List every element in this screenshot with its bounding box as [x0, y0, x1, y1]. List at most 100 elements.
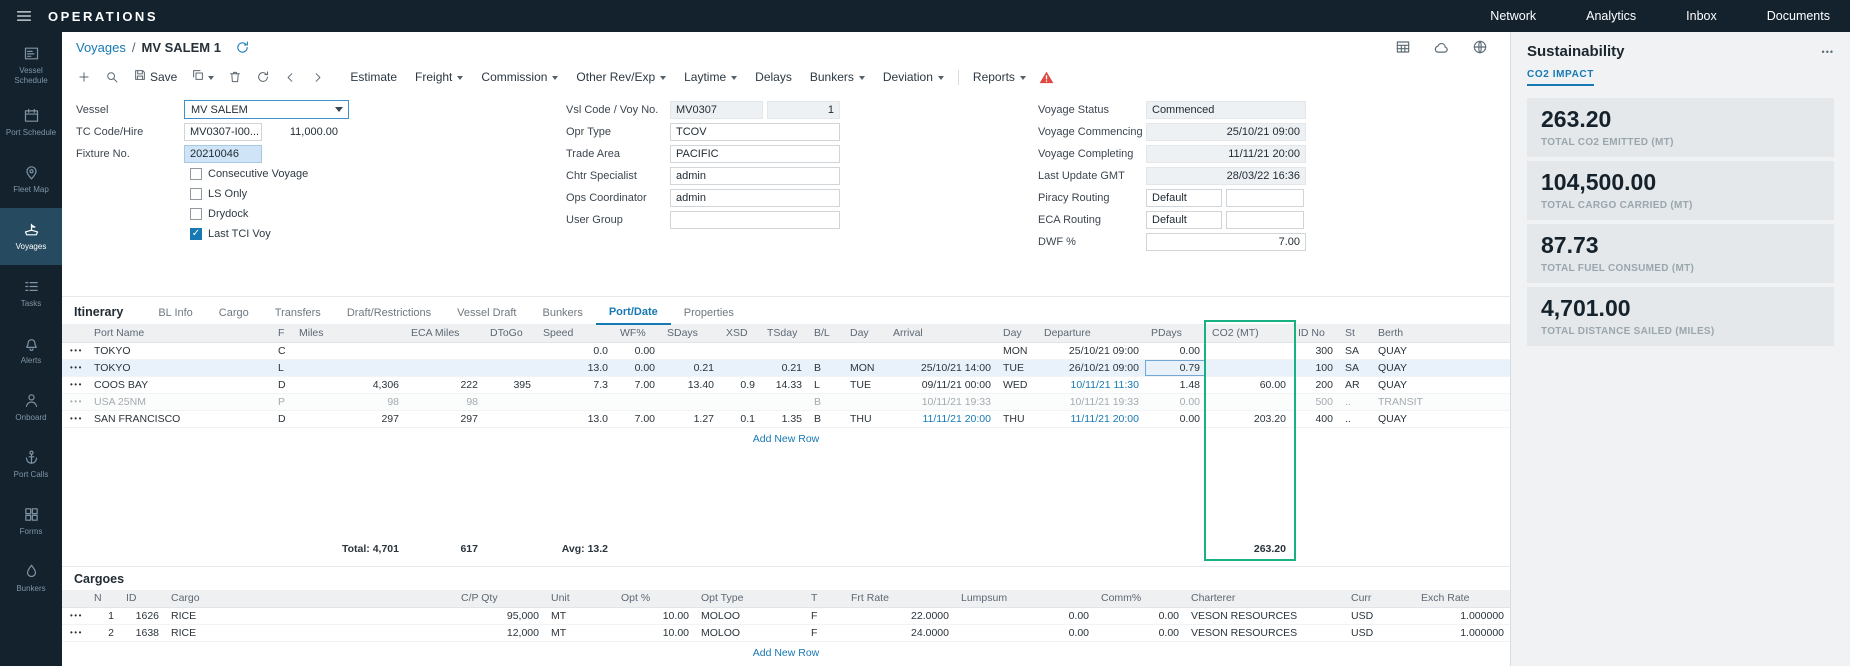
cell[interactable]: 11/11/21 20:00: [1038, 410, 1145, 427]
cell[interactable]: 1.48: [1145, 376, 1206, 393]
cell[interactable]: [293, 359, 405, 376]
row-menu[interactable]: •••: [62, 342, 88, 359]
cell[interactable]: 1.000000: [1415, 624, 1510, 641]
form-field-trade-area[interactable]: PACIFIC: [670, 145, 840, 163]
tab-cargo[interactable]: Cargo: [206, 307, 262, 324]
cell[interactable]: 1.27: [661, 410, 720, 427]
cell[interactable]: 11/11/21 20:00: [887, 410, 997, 427]
cell[interactable]: 25/10/21 14:00: [887, 359, 997, 376]
column-header-curr[interactable]: Curr: [1345, 590, 1415, 607]
sidebar-item-forms[interactable]: Forms: [0, 493, 62, 550]
column-header-tsday[interactable]: TSday: [761, 325, 808, 342]
cell[interactable]: 1.35: [761, 410, 808, 427]
cell[interactable]: [887, 342, 997, 359]
cell[interactable]: D: [272, 410, 293, 427]
topbar-link-documents[interactable]: Documents: [1767, 9, 1830, 23]
column-header-arrival[interactable]: Arrival: [887, 325, 997, 342]
tab-bl-info[interactable]: BL Info: [145, 307, 205, 324]
form-field-voyage-status[interactable]: Commenced: [1146, 101, 1306, 119]
cell[interactable]: B: [808, 393, 844, 410]
cell[interactable]: 10/11/21 11:30: [1038, 376, 1145, 393]
cell[interactable]: [997, 393, 1038, 410]
form-field-voyage-completing[interactable]: 11/11/21 20:00: [1146, 145, 1306, 163]
cell[interactable]: MOLOO: [695, 624, 805, 641]
toolbar-menu-commission[interactable]: Commission: [472, 67, 567, 87]
tab-transfers[interactable]: Transfers: [262, 307, 334, 324]
tab-vessel-draft[interactable]: Vessel Draft: [444, 307, 529, 324]
cell[interactable]: F: [805, 607, 845, 624]
cell[interactable]: 0.00: [1145, 410, 1206, 427]
cell[interactable]: L: [808, 376, 844, 393]
cell[interactable]: 200: [1292, 376, 1339, 393]
cell[interactable]: [484, 393, 537, 410]
column-header-wf[interactable]: WF%: [614, 325, 661, 342]
cell[interactable]: 60.00: [1206, 376, 1292, 393]
column-header-t[interactable]: T: [805, 590, 845, 607]
toolbar-menu-other-rev-exp[interactable]: Other Rev/Exp: [567, 67, 675, 87]
column-header-dtogo[interactable]: DToGo: [484, 325, 537, 342]
column-header-unit[interactable]: Unit: [545, 590, 615, 607]
form-field-eca-routing-1[interactable]: Default: [1146, 211, 1222, 229]
cell[interactable]: 12,000: [455, 624, 545, 641]
cell[interactable]: COOS BAY: [88, 376, 272, 393]
cell[interactable]: QUAY: [1372, 410, 1510, 427]
tc-code-field[interactable]: MV0307-I00...: [184, 123, 262, 141]
sidebar-item-onboard[interactable]: Onboard: [0, 379, 62, 436]
cell[interactable]: [88, 540, 272, 557]
cell[interactable]: [844, 342, 887, 359]
cell[interactable]: 13.0: [537, 359, 614, 376]
cell[interactable]: [761, 393, 808, 410]
toolbar-menu-reports[interactable]: Reports: [964, 67, 1035, 87]
cell[interactable]: 400: [1292, 410, 1339, 427]
cell[interactable]: [661, 540, 720, 557]
cell[interactable]: MT: [545, 624, 615, 641]
form-field-voyage-commencing[interactable]: 25/10/21 09:00: [1146, 123, 1306, 141]
cell[interactable]: SA: [1339, 359, 1372, 376]
cell[interactable]: 0.00: [614, 342, 661, 359]
cell[interactable]: USD: [1345, 624, 1415, 641]
cell[interactable]: TOKYO: [88, 342, 272, 359]
sidebar-item-vessel-schedule[interactable]: Vessel Schedule: [0, 37, 62, 94]
form-field-last-update-gmt[interactable]: 28/03/22 16:36: [1146, 167, 1306, 185]
column-header-f[interactable]: F: [272, 325, 293, 342]
column-header-miles[interactable]: Miles: [293, 325, 405, 342]
cloud-icon[interactable]: [1433, 39, 1450, 56]
cell[interactable]: TOKYO: [88, 359, 272, 376]
itinerary-add-row-link[interactable]: Add New Row: [62, 428, 1510, 449]
cell[interactable]: 0.21: [661, 359, 720, 376]
form-field-eca-routing-2[interactable]: [1226, 211, 1304, 229]
prev-button[interactable]: [277, 69, 304, 86]
cell[interactable]: THU: [997, 410, 1038, 427]
cell[interactable]: 22.0000: [845, 607, 955, 624]
cell[interactable]: [484, 410, 537, 427]
form-field-dwf[interactable]: 7.00: [1146, 233, 1306, 251]
cell[interactable]: USD: [1345, 607, 1415, 624]
cell[interactable]: MT: [545, 607, 615, 624]
column-header-c-p-qty[interactable]: C/P Qty: [455, 590, 545, 607]
column-header-departure[interactable]: Departure: [1038, 325, 1145, 342]
row-menu[interactable]: •••: [62, 393, 88, 410]
cell[interactable]: [405, 359, 484, 376]
cell[interactable]: 13.0: [537, 410, 614, 427]
row-menu[interactable]: [62, 540, 88, 557]
cell[interactable]: 263.20: [1206, 540, 1292, 557]
toolbar-menu-deviation[interactable]: Deviation: [874, 67, 953, 87]
cell[interactable]: [1292, 540, 1339, 557]
cell[interactable]: RICE: [165, 624, 455, 641]
cell[interactable]: [1339, 540, 1372, 557]
sidebar-item-voyages[interactable]: Voyages: [0, 208, 62, 265]
cell[interactable]: MON: [844, 359, 887, 376]
cell[interactable]: 395: [484, 376, 537, 393]
tab-co2-impact[interactable]: CO2 IMPACT: [1527, 69, 1594, 86]
row-menu[interactable]: •••: [62, 410, 88, 427]
cell[interactable]: 222: [405, 376, 484, 393]
form-field-ops-coordinator[interactable]: admin: [670, 189, 840, 207]
cell[interactable]: [844, 540, 887, 557]
cell[interactable]: VESON RESOURCES: [1185, 607, 1345, 624]
column-header-port-name[interactable]: Port Name: [88, 325, 272, 342]
cell[interactable]: 203.20: [1206, 410, 1292, 427]
column-header-speed[interactable]: Speed: [537, 325, 614, 342]
cell[interactable]: 1.000000: [1415, 607, 1510, 624]
cell[interactable]: 13.40: [661, 376, 720, 393]
cell[interactable]: 10/11/21 19:33: [1038, 393, 1145, 410]
